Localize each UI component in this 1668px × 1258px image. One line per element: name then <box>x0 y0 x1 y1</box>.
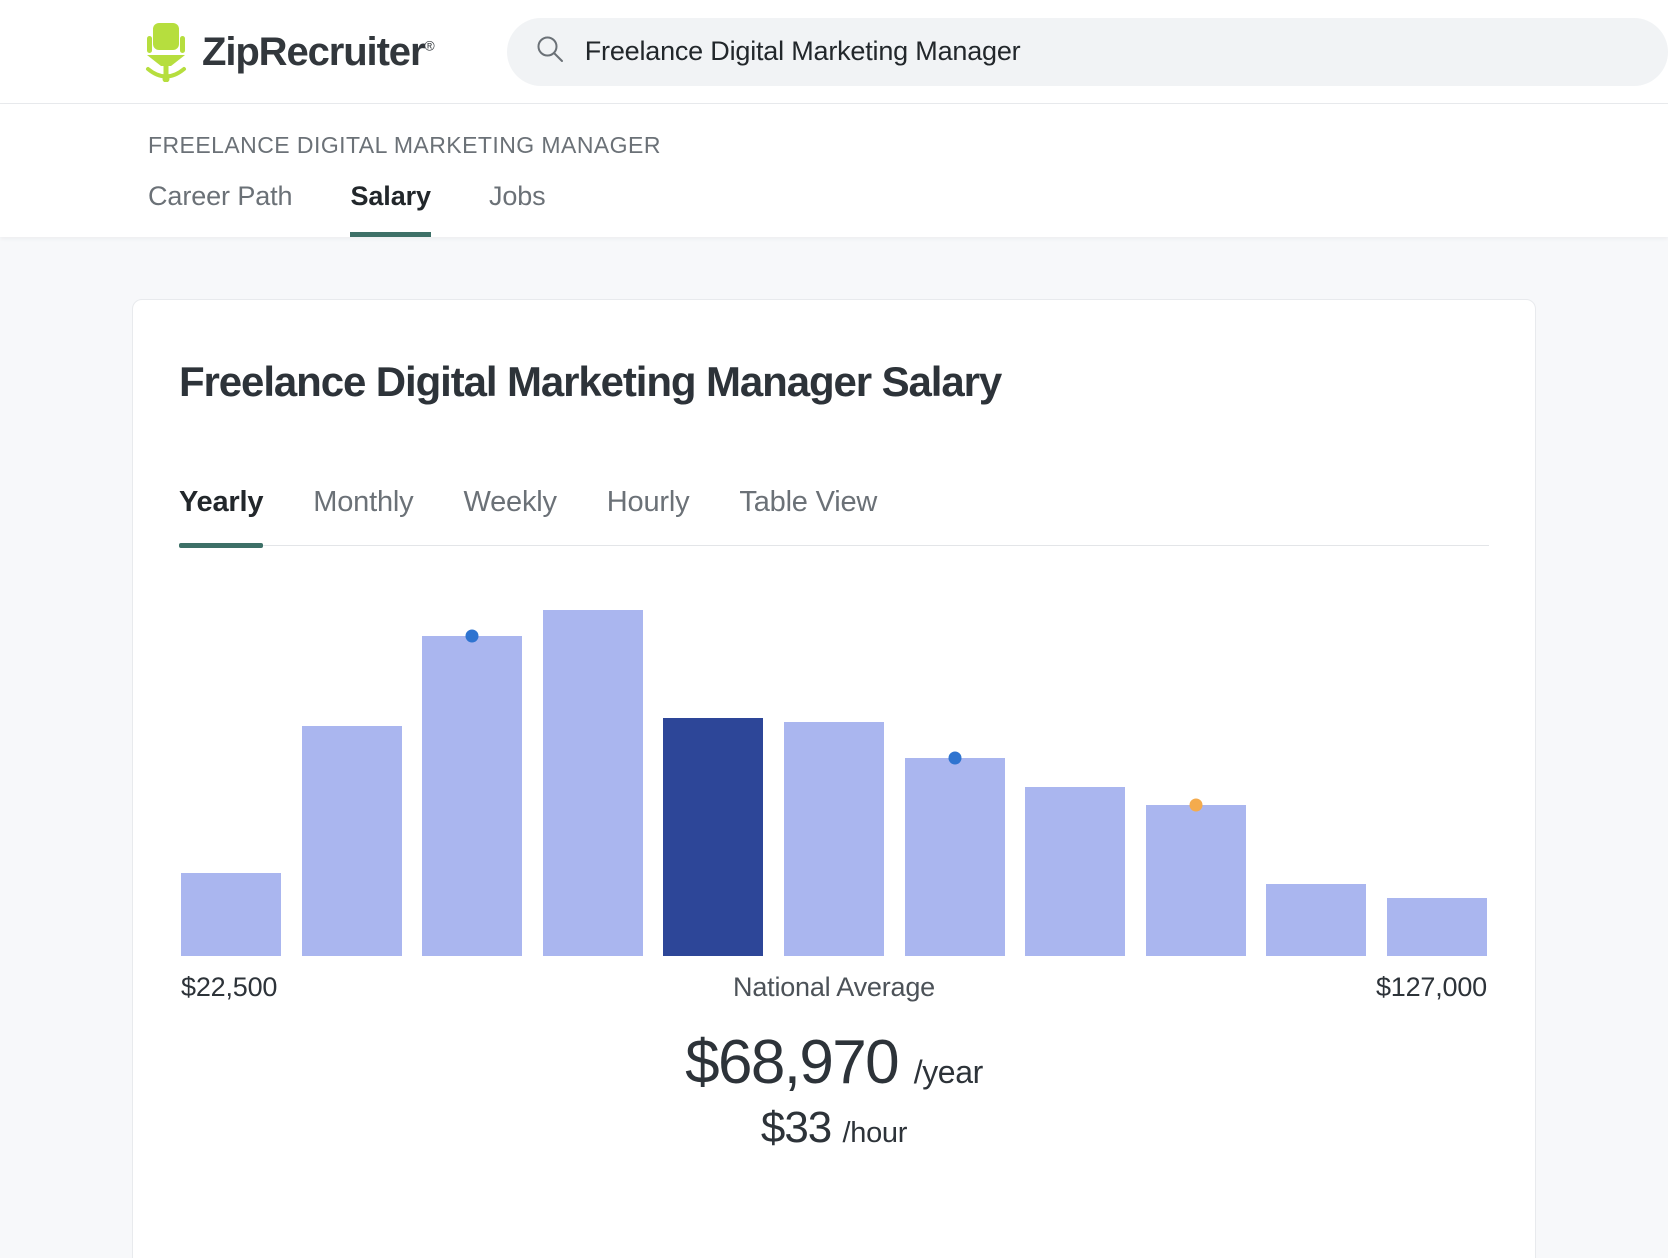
average-salary-block: $68,970 /year $33 /hour <box>179 1027 1489 1155</box>
tab-table-view[interactable]: Table View <box>739 486 877 545</box>
average-yearly-value: $68,970 <box>685 1028 900 1097</box>
chart-bar[interactable] <box>542 610 643 956</box>
chart-bar-slot[interactable] <box>542 596 643 956</box>
top-bar: ZipRecruiter® <box>0 0 1668 104</box>
chart-bar-slot[interactable] <box>663 596 764 956</box>
tab-weekly[interactable]: Weekly <box>463 486 557 545</box>
chart-bar-slot[interactable] <box>1025 596 1126 956</box>
chart-bar-slot[interactable] <box>181 596 281 956</box>
chart-axis-labels: $22,500 National Average $127,000 <box>179 972 1489 1003</box>
chart-bar-slot[interactable] <box>904 596 1005 956</box>
search-icon <box>535 34 565 69</box>
25th-percentile-marker <box>465 629 479 643</box>
salary-distribution-chart <box>179 596 1489 956</box>
period-tabs: Yearly Monthly Weekly Hourly Table View <box>179 486 1489 548</box>
chart-bar[interactable] <box>904 751 1005 956</box>
nav-tabs: Career Path Salary Jobs <box>148 181 1668 237</box>
chart-bars <box>181 596 1487 956</box>
tab-hourly[interactable]: Hourly <box>607 486 690 545</box>
page-title: Freelance Digital Marketing Manager Sala… <box>179 358 1002 405</box>
chart-bar[interactable] <box>1386 898 1487 956</box>
tab-yearly[interactable]: Yearly <box>179 486 264 548</box>
average-yearly-salary: $68,970 /year <box>179 1027 1489 1098</box>
salary-card: Freelance Digital Marketing Manager Sala… <box>132 299 1536 1258</box>
chart-bar[interactable] <box>181 873 281 956</box>
axis-min-label: $22,500 <box>181 972 278 1002</box>
tab-monthly[interactable]: Monthly <box>313 486 413 545</box>
search-bar[interactable] <box>506 17 1668 86</box>
chart-bar[interactable] <box>422 629 523 956</box>
nav-tab-jobs[interactable]: Jobs <box>489 181 546 237</box>
nav-tab-career-path[interactable]: Career Path <box>148 181 293 237</box>
main-content: Freelance Digital Marketing Manager Sala… <box>0 237 1668 1258</box>
chart-bar-slot[interactable] <box>422 596 523 956</box>
average-yearly-unit: /year <box>913 1054 984 1090</box>
ziprecruiter-logo[interactable]: ZipRecruiter® <box>140 22 435 82</box>
office-chair-icon <box>140 22 192 82</box>
chart-bar[interactable] <box>1025 786 1126 956</box>
chart-bar[interactable] <box>783 722 884 956</box>
chart-bar[interactable] <box>1266 884 1367 956</box>
registered-mark: ® <box>424 37 435 54</box>
average-hourly-value: $33 <box>760 1103 832 1153</box>
chart-bar-national-average[interactable] <box>663 718 764 956</box>
nav-tab-salary[interactable]: Salary <box>350 181 431 237</box>
axis-max-label: $127,000 <box>1375 972 1487 1002</box>
chart-bar-slot[interactable] <box>301 596 402 956</box>
chart-bar[interactable] <box>301 725 402 956</box>
90th-percentile-marker <box>1189 798 1203 812</box>
chart-bar-slot[interactable] <box>1145 596 1246 956</box>
average-hourly-unit: /hour <box>842 1117 908 1150</box>
75th-percentile-marker <box>948 751 962 765</box>
axis-center-label: National Average <box>733 972 935 1002</box>
average-hourly-salary: $33 /hour <box>179 1102 1489 1155</box>
chart-bar-slot[interactable] <box>1266 596 1367 956</box>
chart-bar-slot[interactable] <box>1386 596 1487 956</box>
breadcrumb: FREELANCE DIGITAL MARKETING MANAGER <box>148 132 661 158</box>
brand-name: ZipRecruiter® <box>202 29 435 74</box>
chart-bar-slot[interactable] <box>783 596 884 956</box>
chart-bar[interactable] <box>1145 798 1246 956</box>
sub-header: FREELANCE DIGITAL MARKETING MANAGER Care… <box>0 104 1668 237</box>
search-input[interactable] <box>584 36 1640 67</box>
